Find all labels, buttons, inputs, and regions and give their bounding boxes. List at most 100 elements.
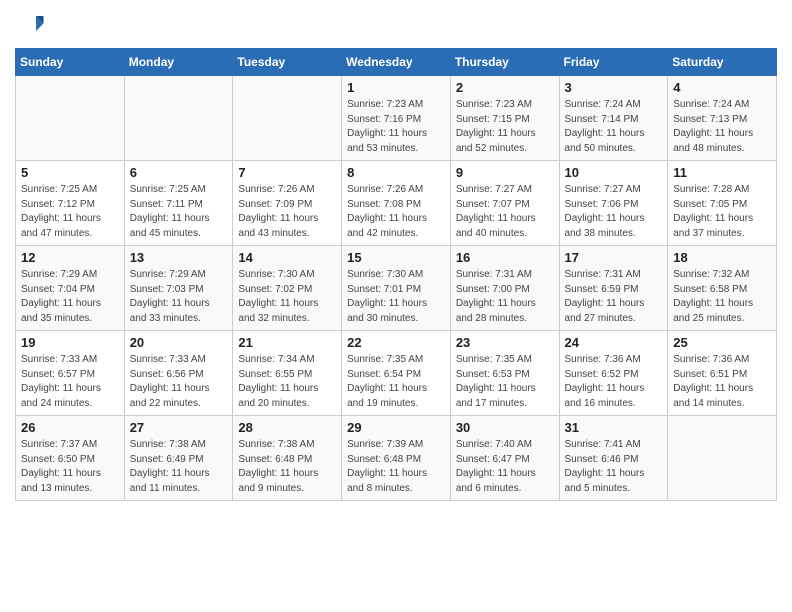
calendar-cell: 4Sunrise: 7:24 AM Sunset: 7:13 PM Daylig… <box>668 76 777 161</box>
cell-info: Sunrise: 7:31 AM Sunset: 7:00 PM Dayligh… <box>456 268 554 326</box>
calendar-cell <box>124 76 233 161</box>
day-number: 19 <box>21 335 119 350</box>
col-header-thursday: Thursday <box>450 49 559 76</box>
day-number: 28 <box>238 420 336 435</box>
calendar-cell: 10Sunrise: 7:27 AM Sunset: 7:06 PM Dayli… <box>559 161 668 246</box>
cell-info: Sunrise: 7:36 AM Sunset: 6:51 PM Dayligh… <box>673 353 771 411</box>
calendar-cell: 29Sunrise: 7:39 AM Sunset: 6:48 PM Dayli… <box>342 416 451 501</box>
calendar-cell <box>668 416 777 501</box>
calendar-cell: 28 Sunrise: 7:38 AM Sunset: 6:48 PM Dayli… <box>233 416 342 501</box>
calendar-cell: 9 Sunrise: 7:27 AM Sunset: 7:07 PM Daylig… <box>450 161 559 246</box>
cell-info: Sunrise: 7:30 AM Sunset: 7:02 PM Dayligh… <box>238 268 336 326</box>
calendar-cell: 24 Sunrise: 7:36 AM Sunset: 6:52 PM Dayli… <box>559 331 668 416</box>
day-number: 16 <box>456 250 554 265</box>
day-number: 31 <box>565 420 663 435</box>
cell-info: Sunrise: 7:31 AM Sunset: 6:59 PM Dayligh… <box>565 268 663 326</box>
page-header <box>15 10 777 40</box>
col-header-monday: Monday <box>124 49 233 76</box>
calendar-cell: 5 Sunrise: 7:25 AM Sunset: 7:12 PM Daylig… <box>16 161 125 246</box>
calendar-cell: 27 Sunrise: 7:38 AM Sunset: 6:49 PM Dayli… <box>124 416 233 501</box>
day-number: 14 <box>238 250 336 265</box>
cell-info: Sunrise: 7:24 AM Sunset: 7:14 PM Dayligh… <box>565 98 663 156</box>
day-number: 12 <box>21 250 119 265</box>
cell-info: Sunrise: 7:26 AM Sunset: 7:09 PM Dayligh… <box>238 183 336 241</box>
cell-info: Sunrise: 7:25 AM Sunset: 7:11 PM Dayligh… <box>130 183 228 241</box>
logo <box>15 10 49 40</box>
calendar-cell: 25Sunrise: 7:36 AM Sunset: 6:51 PM Dayli… <box>668 331 777 416</box>
calendar-cell: 11 Sunrise: 7:28 AM Sunset: 7:05 PM Dayli… <box>668 161 777 246</box>
day-number: 1 <box>347 80 445 95</box>
cell-info: Sunrise: 7:38 AM Sunset: 6:49 PM Dayligh… <box>130 438 228 496</box>
day-number: 18 <box>673 250 771 265</box>
cell-info: Sunrise: 7:29 AM Sunset: 7:03 PM Dayligh… <box>130 268 228 326</box>
col-header-friday: Friday <box>559 49 668 76</box>
calendar-cell: 21 Sunrise: 7:34 AM Sunset: 6:55 PM Dayli… <box>233 331 342 416</box>
day-number: 22 <box>347 335 445 350</box>
cell-info: Sunrise: 7:23 AM Sunset: 7:16 PM Dayligh… <box>347 98 445 156</box>
calendar-cell: 22 Sunrise: 7:35 AM Sunset: 6:54 PM Dayli… <box>342 331 451 416</box>
cell-info: Sunrise: 7:27 AM Sunset: 7:07 PM Dayligh… <box>456 183 554 241</box>
calendar-cell: 6Sunrise: 7:25 AM Sunset: 7:11 PM Daylig… <box>124 161 233 246</box>
calendar-cell: 15 Sunrise: 7:30 AM Sunset: 7:01 PM Dayli… <box>342 246 451 331</box>
day-number: 27 <box>130 420 228 435</box>
day-number: 30 <box>456 420 554 435</box>
day-number: 11 <box>673 165 771 180</box>
day-number: 21 <box>238 335 336 350</box>
cell-info: Sunrise: 7:32 AM Sunset: 6:58 PM Dayligh… <box>673 268 771 326</box>
cell-info: Sunrise: 7:34 AM Sunset: 6:55 PM Dayligh… <box>238 353 336 411</box>
calendar-cell <box>233 76 342 161</box>
cell-info: Sunrise: 7:41 AM Sunset: 6:46 PM Dayligh… <box>565 438 663 496</box>
cell-info: Sunrise: 7:27 AM Sunset: 7:06 PM Dayligh… <box>565 183 663 241</box>
cell-info: Sunrise: 7:38 AM Sunset: 6:48 PM Dayligh… <box>238 438 336 496</box>
cell-info: Sunrise: 7:39 AM Sunset: 6:48 PM Dayligh… <box>347 438 445 496</box>
cell-info: Sunrise: 7:25 AM Sunset: 7:12 PM Dayligh… <box>21 183 119 241</box>
day-number: 15 <box>347 250 445 265</box>
logo-icon <box>15 10 45 40</box>
cell-info: Sunrise: 7:23 AM Sunset: 7:15 PM Dayligh… <box>456 98 554 156</box>
cell-info: Sunrise: 7:37 AM Sunset: 6:50 PM Dayligh… <box>21 438 119 496</box>
day-number: 8 <box>347 165 445 180</box>
calendar-cell: 20Sunrise: 7:33 AM Sunset: 6:56 PM Dayli… <box>124 331 233 416</box>
calendar-cell: 7 Sunrise: 7:26 AM Sunset: 7:09 PM Daylig… <box>233 161 342 246</box>
calendar-cell: 19 Sunrise: 7:33 AM Sunset: 6:57 PM Dayli… <box>16 331 125 416</box>
calendar-cell: 14 Sunrise: 7:30 AM Sunset: 7:02 PM Dayli… <box>233 246 342 331</box>
cell-info: Sunrise: 7:36 AM Sunset: 6:52 PM Dayligh… <box>565 353 663 411</box>
cell-info: Sunrise: 7:33 AM Sunset: 6:56 PM Dayligh… <box>130 353 228 411</box>
calendar-cell: 13Sunrise: 7:29 AM Sunset: 7:03 PM Dayli… <box>124 246 233 331</box>
day-number: 2 <box>456 80 554 95</box>
cell-info: Sunrise: 7:26 AM Sunset: 7:08 PM Dayligh… <box>347 183 445 241</box>
col-header-wednesday: Wednesday <box>342 49 451 76</box>
day-number: 9 <box>456 165 554 180</box>
day-number: 23 <box>456 335 554 350</box>
cell-info: Sunrise: 7:35 AM Sunset: 6:54 PM Dayligh… <box>347 353 445 411</box>
week-row-3: 12 Sunrise: 7:29 AM Sunset: 7:04 PM Dayli… <box>16 246 777 331</box>
day-number: 3 <box>565 80 663 95</box>
calendar-cell: 30Sunrise: 7:40 AM Sunset: 6:47 PM Dayli… <box>450 416 559 501</box>
calendar-cell: 26 Sunrise: 7:37 AM Sunset: 6:50 PM Dayli… <box>16 416 125 501</box>
calendar-cell: 3 Sunrise: 7:24 AM Sunset: 7:14 PM Daylig… <box>559 76 668 161</box>
col-header-sunday: Sunday <box>16 49 125 76</box>
day-number: 24 <box>565 335 663 350</box>
cell-info: Sunrise: 7:29 AM Sunset: 7:04 PM Dayligh… <box>21 268 119 326</box>
cell-info: Sunrise: 7:24 AM Sunset: 7:13 PM Dayligh… <box>673 98 771 156</box>
week-row-2: 5 Sunrise: 7:25 AM Sunset: 7:12 PM Daylig… <box>16 161 777 246</box>
calendar-cell: 12 Sunrise: 7:29 AM Sunset: 7:04 PM Dayli… <box>16 246 125 331</box>
week-row-5: 26 Sunrise: 7:37 AM Sunset: 6:50 PM Dayli… <box>16 416 777 501</box>
day-number: 7 <box>238 165 336 180</box>
col-header-saturday: Saturday <box>668 49 777 76</box>
calendar-cell: 8 Sunrise: 7:26 AM Sunset: 7:08 PM Daylig… <box>342 161 451 246</box>
week-row-1: 1 Sunrise: 7:23 AM Sunset: 7:16 PM Daylig… <box>16 76 777 161</box>
cell-info: Sunrise: 7:30 AM Sunset: 7:01 PM Dayligh… <box>347 268 445 326</box>
calendar-cell <box>16 76 125 161</box>
calendar-cell: 23Sunrise: 7:35 AM Sunset: 6:53 PM Dayli… <box>450 331 559 416</box>
day-number: 17 <box>565 250 663 265</box>
calendar-table: SundayMondayTuesdayWednesdayThursdayFrid… <box>15 48 777 501</box>
cell-info: Sunrise: 7:33 AM Sunset: 6:57 PM Dayligh… <box>21 353 119 411</box>
calendar-cell: 17 Sunrise: 7:31 AM Sunset: 6:59 PM Dayli… <box>559 246 668 331</box>
day-number: 26 <box>21 420 119 435</box>
cell-info: Sunrise: 7:28 AM Sunset: 7:05 PM Dayligh… <box>673 183 771 241</box>
col-header-tuesday: Tuesday <box>233 49 342 76</box>
calendar-cell: 16 Sunrise: 7:31 AM Sunset: 7:00 PM Dayli… <box>450 246 559 331</box>
calendar-cell: 31 Sunrise: 7:41 AM Sunset: 6:46 PM Dayli… <box>559 416 668 501</box>
day-number: 5 <box>21 165 119 180</box>
